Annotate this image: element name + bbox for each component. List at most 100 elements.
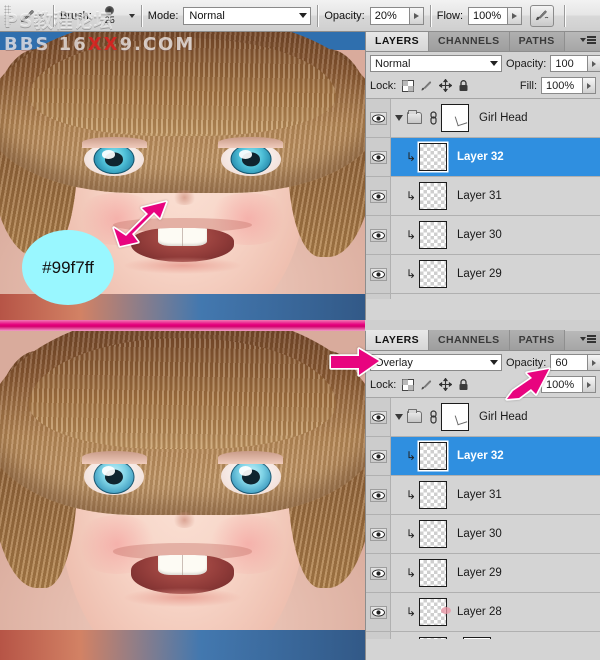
color-hex-label: #99f7ff	[42, 257, 94, 277]
tab-layers[interactable]: LAYERS	[366, 31, 430, 51]
lock-transparency-icon[interactable]	[402, 79, 415, 92]
tab-channels[interactable]: CHANNELS	[429, 31, 510, 51]
layer-blend-mode-select[interactable]: Overlay	[370, 354, 502, 371]
brush-tool-chevron-icon[interactable]	[38, 13, 44, 18]
layer-mask-thumbnail[interactable]	[463, 637, 491, 639]
layer-name: Layer 31	[457, 489, 502, 501]
layer-visibility-toggle[interactable]	[366, 476, 391, 514]
layer-visibility-toggle[interactable]	[366, 255, 391, 293]
table-row[interactable]: ↳ Layer 29	[366, 255, 600, 294]
opacity-slider-button[interactable]	[409, 6, 424, 25]
layer-thumbnail[interactable]	[419, 598, 447, 626]
toolbar-drag-handle[interactable]	[4, 4, 11, 27]
brush-preset-picker[interactable]: 25	[95, 2, 125, 30]
lock-image-icon[interactable]	[420, 80, 433, 92]
tab-paths[interactable]: PATHS	[509, 31, 565, 51]
blend-mode-select[interactable]: Normal	[183, 6, 312, 25]
table-row[interactable]: ↳ Layer 30	[366, 515, 600, 554]
layer-thumbnail[interactable]	[419, 637, 447, 639]
lock-all-icon[interactable]	[458, 79, 469, 92]
layer-thumbnail[interactable]	[419, 260, 447, 288]
layer-list-before[interactable]: Girl Head ↳ Layer 32 ↳ Layer 31 ↳ Layer …	[366, 98, 600, 299]
lock-position-icon[interactable]	[439, 378, 453, 391]
layer-list-after[interactable]: Girl Head ↳ Layer 32 ↳ Layer 31 ↳ Layer …	[366, 397, 600, 639]
layer-thumbnail[interactable]	[419, 520, 447, 548]
airbrush-toggle-button[interactable]	[530, 4, 555, 27]
lock-transparency-icon[interactable]	[402, 378, 415, 391]
layer-visibility-toggle[interactable]	[366, 294, 391, 299]
table-row[interactable]: ↳ Layer 28	[366, 593, 600, 632]
flow-input[interactable]: 100%	[468, 6, 509, 25]
layer-visibility-toggle[interactable]	[366, 177, 391, 215]
layer-visibility-toggle[interactable]	[366, 398, 391, 436]
link-icon[interactable]	[428, 410, 438, 425]
lock-position-icon[interactable]	[439, 79, 453, 92]
layer-thumbnail[interactable]	[419, 221, 447, 249]
lock-all-icon[interactable]	[458, 378, 469, 391]
brush-tool-button[interactable]	[15, 7, 47, 25]
tab-paths[interactable]: PATHS	[509, 330, 565, 350]
brush-size-value: 25	[104, 15, 115, 25]
layer-visibility-toggle[interactable]	[366, 632, 391, 639]
link-icon[interactable]	[428, 111, 438, 126]
layer-thumbnail[interactable]	[419, 182, 447, 210]
layer-mask-thumbnail[interactable]	[441, 104, 469, 132]
layer-visibility-toggle[interactable]	[366, 437, 391, 475]
lock-image-icon[interactable]	[420, 379, 433, 391]
layer-visibility-toggle[interactable]	[366, 554, 391, 592]
table-row[interactable]: ↳ Layer 30	[366, 216, 600, 255]
chevron-down-icon	[299, 13, 308, 18]
blend-mode-value: Normal	[189, 9, 225, 22]
table-row[interactable]: ↳ Layer 31	[366, 476, 600, 515]
triangle-right-icon	[592, 60, 597, 67]
eye-icon	[369, 150, 387, 164]
brush-icon	[18, 7, 36, 25]
table-row[interactable]: ↳ Layer 29	[366, 554, 600, 593]
panel-menu-button[interactable]	[580, 36, 596, 44]
group-expand-toggle[interactable]	[395, 414, 403, 420]
panel-menu-button[interactable]	[580, 335, 596, 343]
layer-opacity-input[interactable]: 60	[550, 354, 589, 371]
eye-icon	[369, 267, 387, 281]
table-row[interactable]: Girl Head	[366, 99, 600, 138]
layer-opacity-slider-button[interactable]	[588, 354, 600, 371]
flow-value: 100%	[473, 9, 502, 22]
toolbar-separator-2	[140, 4, 142, 27]
flow-slider-button[interactable]	[508, 6, 523, 25]
table-row[interactable]: Girl Head	[366, 398, 600, 437]
fill-slider-button[interactable]	[583, 77, 596, 94]
layer-opacity-label: Opacity:	[506, 57, 547, 70]
canvas-preview-after[interactable]	[0, 331, 365, 660]
layer-visibility-toggle[interactable]	[366, 99, 391, 137]
folder-icon	[407, 409, 422, 423]
clipping-mask-icon: ↳	[405, 267, 417, 281]
opacity-input[interactable]: 20%	[369, 6, 410, 25]
layer-opacity-slider-button[interactable]	[588, 55, 600, 72]
fill-slider-button[interactable]	[583, 376, 596, 393]
opacity-value: 20%	[374, 9, 397, 22]
layer-visibility-toggle[interactable]	[366, 515, 391, 553]
layer-blend-mode-select[interactable]: Normal	[370, 55, 502, 72]
table-row[interactable]: ↳ Layer 32	[366, 437, 600, 476]
table-row[interactable]: ↳ Left eye	[366, 632, 600, 639]
layer-thumbnail[interactable]	[419, 143, 447, 171]
layer-thumbnail[interactable]	[419, 559, 447, 587]
brush-preset-chevron-icon[interactable]	[128, 13, 135, 18]
layer-thumbnail[interactable]	[419, 442, 447, 470]
clipping-mask-icon: ↳	[405, 605, 417, 619]
layer-mask-thumbnail[interactable]	[441, 403, 469, 431]
eye-icon	[369, 488, 387, 502]
layer-visibility-toggle[interactable]	[366, 593, 391, 631]
fill-input[interactable]: 100%	[541, 77, 583, 94]
eye-icon	[369, 189, 387, 203]
table-row[interactable]: ↳ Layer 32	[366, 138, 600, 177]
table-row[interactable]: ↳ Layer 31	[366, 177, 600, 216]
group-expand-toggle[interactable]	[395, 115, 403, 121]
table-row[interactable]: ↳ Layer 28	[366, 294, 600, 299]
tab-channels[interactable]: CHANNELS	[429, 330, 510, 350]
layer-opacity-input[interactable]: 100	[550, 55, 589, 72]
layer-visibility-toggle[interactable]	[366, 138, 391, 176]
layer-opacity-value: 100	[555, 57, 574, 70]
layer-visibility-toggle[interactable]	[366, 216, 391, 254]
layer-thumbnail[interactable]	[419, 481, 447, 509]
